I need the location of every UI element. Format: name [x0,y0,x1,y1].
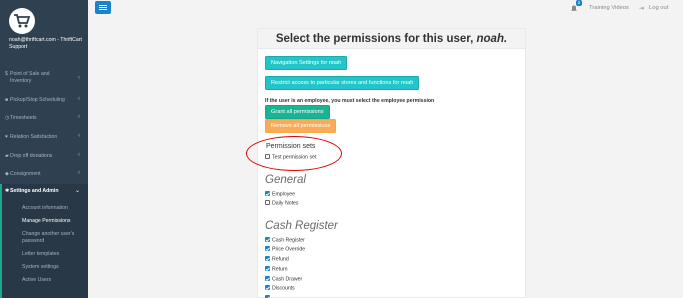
subitem-letter-templates[interactable]: Letter templates [22,251,86,258]
section-title-cash-register: Cash Register [265,220,338,232]
checkbox[interactable] [265,266,270,271]
cart-icon [14,14,31,28]
permission-refund[interactable]: Refund [265,256,289,263]
sidebar-item-label: Point of Sale and Inventory [10,71,50,84]
hamburger-icon-line [99,9,107,11]
notification-badge: 2 [576,0,582,6]
checkbox-label: Price Override [272,246,306,253]
logout-link[interactable]: Log out [649,5,668,11]
checkbox-label: Employee [272,191,296,198]
checkbox[interactable] [265,285,270,290]
permission-discounts[interactable]: Discounts [265,285,295,292]
chevron-left-icon: ‹ [78,114,80,120]
chevron-left-icon: ‹ [78,170,80,176]
checkbox-label: Refund [272,256,289,263]
remove-all-button[interactable]: Remove all permissions [265,119,337,133]
permission-price-override[interactable]: Price Override [265,246,305,253]
profile-header: noah@thriftcart.com - ThriftCart Support [0,0,88,58]
chevron-left-icon: ‹ [78,152,80,158]
sidebar-item-timesheets[interactable]: ◷ Timesheets ‹ [0,114,88,124]
gear-icon: ✱ [5,188,10,194]
sidebar-item-point-of-sale[interactable]: $ Point of Sale and Inventory ‹ [0,69,88,87]
page-title: Select the permissions for this user, no… [258,29,525,49]
chevron-down-icon: ⌄ [74,188,80,194]
sidebar-item-settings-admin[interactable]: ✱ Settings and Admin ⌄ [0,187,88,197]
sidebar-item-consignment[interactable]: ◆ Consignment ‹ [0,170,88,180]
permission-return[interactable]: Return [265,266,288,273]
clock-icon: ◷ [5,115,10,121]
subitem-change-password[interactable]: Change another user's password [22,231,84,245]
sidebar-item-label: Consignment [10,171,41,177]
thriftcart-logo[interactable] [9,8,35,34]
checkbox[interactable] [265,191,270,196]
checkbox[interactable] [265,246,270,251]
checkbox-label: Cash Drawer [272,276,303,283]
permission-cash-register[interactable]: Cash Register [265,237,305,244]
dollar-icon: $ [5,71,8,77]
section-title-general: General [265,174,306,186]
top-navbar: 2 Training Videos ⇥ Log out [88,0,683,18]
subitem-account-information[interactable]: Account information [22,205,86,212]
menu-toggle-button[interactable] [95,1,111,14]
tag-icon: ◆ [5,171,9,177]
sidebar-item-relation-satisfaction[interactable]: ♥ Relation Satisfaction ‹ [0,133,88,143]
highlight-ellipse [246,136,342,171]
chevron-left-icon: ‹ [78,96,80,102]
sidebar: noah@thriftcart.com - ThriftCart Support… [0,0,88,298]
permission-cash-drawer[interactable]: Cash Drawer [265,276,302,283]
grant-all-button[interactable]: Grant all permissions [265,105,330,119]
employee-note: If the user is an employee, you must sel… [265,98,435,104]
chevron-left-icon: ‹ [78,75,80,81]
subitem-system-settings[interactable]: System settings [22,264,86,271]
sidebar-item-drop-off-donations[interactable]: ▰ Drop off donations ‹ [0,152,88,162]
restrict-access-button[interactable]: Restrict access to particular stores and… [265,76,420,90]
chevron-left-icon: ‹ [78,133,80,139]
training-videos-link[interactable]: Training Videos [589,5,629,11]
title-text: Select the permissions for this user, [275,33,474,45]
sidebar-item-pickup-scheduling[interactable]: ■ Pickup/Stop Scheduling ‹ [0,96,88,106]
sidebar-item-label: Drop off donations [10,153,53,159]
sidebar-item-label: Settings and Admin [10,188,59,194]
truck-icon: ■ [5,97,9,103]
checkbox[interactable] [265,256,270,261]
checkbox-label: Return [272,266,288,273]
heart-icon: ♥ [5,134,8,140]
navigation-settings-button[interactable]: Navigation Settings for noah [265,56,348,70]
sign-out-icon: ⇥ [639,6,645,12]
title-username: noah. [476,33,508,45]
checkbox[interactable] [265,237,270,242]
sidebar-item-label: Pickup/Stop Scheduling [10,97,65,103]
permission-daily-notes[interactable]: Daily Notes [265,200,299,207]
car-icon: ▰ [5,153,9,159]
checkbox-label: Cash Register [272,237,305,244]
subitem-active-users[interactable]: Active Users [22,277,86,284]
settings-submenu: ✱ Settings and Admin ⌄ Account informati… [0,184,88,298]
checkbox-label: Daily Notes [272,200,299,207]
sidebar-item-label: Relation Satisfaction [10,134,58,140]
checkbox-label: Discounts [272,285,295,292]
subitem-manage-permissions[interactable]: Manage Permissions [22,218,86,225]
user-email[interactable]: noah@thriftcart.com - ThriftCart Support [9,37,87,51]
checkbox[interactable] [265,200,270,205]
checkbox[interactable] [265,276,270,281]
sidebar-item-label: Timesheets [10,115,37,121]
permission-employee[interactable]: Employee [265,191,295,198]
